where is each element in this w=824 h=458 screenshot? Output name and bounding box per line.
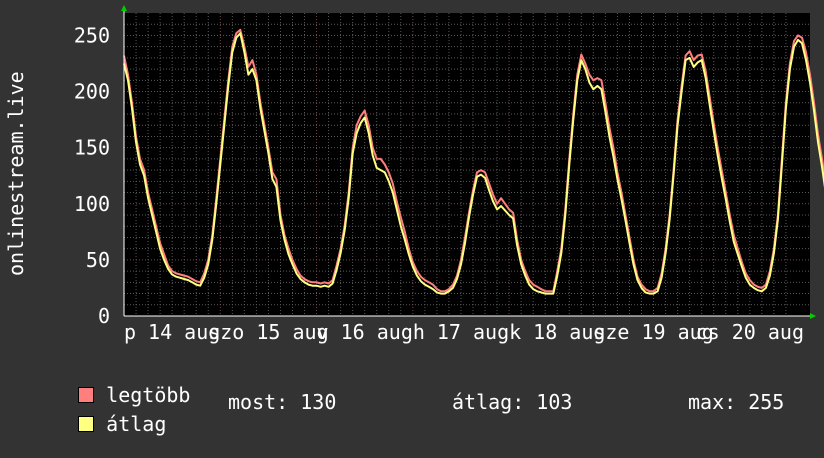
legend-item-legtobb: legtöbb	[30, 362, 190, 406]
y-tick-label: 0	[98, 304, 110, 328]
legend-item-atlag: átlag	[30, 391, 166, 435]
y-axis-arrow	[121, 5, 127, 11]
stat-max: max: 255	[688, 390, 785, 414]
x-tick-label: p 14 aug	[124, 320, 220, 344]
y-tick-label: 250	[74, 23, 110, 47]
y-axis-label: onlinestream.live	[4, 71, 28, 276]
y-tick-label: 100	[74, 192, 110, 216]
stat-average: átlag: 103	[452, 390, 573, 414]
x-tick-label: cs 20 aug	[696, 320, 804, 344]
stat-current: most: 130	[228, 390, 337, 414]
x-tick-label: k 18 aug	[509, 320, 605, 344]
plot-area	[124, 13, 810, 316]
y-tick-label: 50	[86, 248, 110, 272]
y-tick-label: 200	[74, 80, 110, 104]
x-tick-label: v 16 aug	[317, 320, 413, 344]
x-tick-label: h 17 aug	[413, 320, 509, 344]
graph-panel: 0 50 100 150 200 250 p 14 aug szo 15 aug v 16 au…	[0, 0, 824, 435]
legend-label-atlag: átlag	[106, 412, 167, 436]
x-tick-label: szo 15 aug	[208, 320, 328, 344]
x-axis-arrow	[810, 313, 816, 319]
y-tick-label: 150	[74, 136, 110, 160]
line-chart: 0 50 100 150 200 250 p 14 augszo 15 augv 16 au…	[74, 5, 824, 344]
